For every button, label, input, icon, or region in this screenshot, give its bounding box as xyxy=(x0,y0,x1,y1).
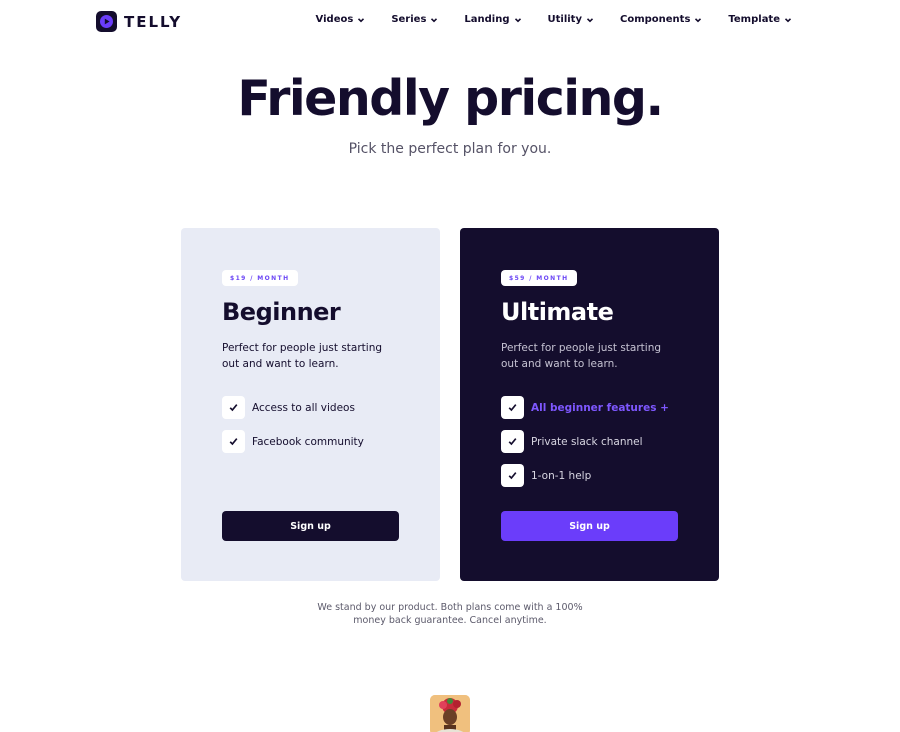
guarantee-line: money back guarantee. Cancel anytime. xyxy=(353,615,547,626)
feature-label: Facebook community xyxy=(252,435,364,448)
chevron-down-icon xyxy=(784,17,792,22)
checkmark-icon xyxy=(501,430,524,453)
feature-label: Private slack channel xyxy=(531,435,643,448)
plan-name: Beginner xyxy=(222,298,341,326)
feature-list: Access to all videos Facebook community xyxy=(222,396,364,464)
signup-button-beginner[interactable]: Sign up xyxy=(222,511,399,541)
plan-description: Perfect for people just starting out and… xyxy=(501,342,662,370)
checkmark-icon xyxy=(222,396,245,419)
guarantee-line: We stand by our product. Both plans come… xyxy=(317,602,583,613)
feature-label: Access to all videos xyxy=(252,401,355,414)
chevron-down-icon xyxy=(695,17,702,22)
guarantee-text: We stand by our product. Both plans come… xyxy=(0,601,900,627)
nav-item-label: Template xyxy=(728,14,780,25)
chevron-down-icon xyxy=(431,17,438,22)
top-nav: TELLY Videos Series Landing Utility Comp… xyxy=(0,0,900,44)
chevron-down-icon xyxy=(358,17,365,22)
price-badge: $59 / MONTH xyxy=(501,270,577,286)
feature-item: 1-on-1 help xyxy=(501,464,669,487)
nav-item-template[interactable]: Template xyxy=(728,14,792,25)
page-title: Friendly pricing. xyxy=(237,70,664,127)
nav-item-videos[interactable]: Videos xyxy=(316,14,366,25)
play-icon xyxy=(96,11,117,32)
price-badge: $19 / MONTH xyxy=(222,270,298,286)
feature-item: Facebook community xyxy=(222,430,364,453)
nav-item-label: Videos xyxy=(315,14,354,25)
signup-button-ultimate[interactable]: Sign up xyxy=(501,511,678,541)
plan-description: Perfect for people just starting out and… xyxy=(222,342,383,370)
nav-item-label: Landing xyxy=(464,14,510,25)
checkmark-icon xyxy=(501,396,524,419)
plan-card-beginner: $19 / MONTH Beginner Perfect for people … xyxy=(181,228,440,581)
feature-item: All beginner features + xyxy=(501,396,669,419)
feature-item: Access to all videos xyxy=(222,396,364,419)
plan-name: Ultimate xyxy=(501,298,614,326)
checkmark-icon xyxy=(501,464,524,487)
nav-item-components[interactable]: Components xyxy=(620,14,702,25)
page-subtitle: Pick the perfect plan for you. xyxy=(348,141,552,157)
chevron-down-icon xyxy=(586,17,594,22)
nav-item-label: Components xyxy=(619,14,691,25)
chevron-down-icon xyxy=(514,17,521,22)
feature-label: All beginner features + xyxy=(531,401,669,414)
feature-label: 1-on-1 help xyxy=(531,469,592,482)
plan-card-ultimate: $59 / MONTH Ultimate Perfect for people … xyxy=(460,228,719,581)
main-menu: Videos Series Landing Utility Components… xyxy=(316,14,792,25)
avatar xyxy=(430,695,470,732)
nav-item-label: Utility xyxy=(547,14,582,25)
feature-list: All beginner features + Private slack ch… xyxy=(501,396,669,498)
nav-item-label: Series xyxy=(391,14,427,25)
feature-item: Private slack channel xyxy=(501,430,669,453)
checkmark-icon xyxy=(222,430,245,453)
nav-item-landing[interactable]: Landing xyxy=(464,14,521,25)
nav-item-series[interactable]: Series xyxy=(391,14,438,25)
brand-logo[interactable]: TELLY xyxy=(96,11,182,32)
nav-item-utility[interactable]: Utility xyxy=(548,14,594,25)
brand-name: TELLY xyxy=(124,12,183,31)
